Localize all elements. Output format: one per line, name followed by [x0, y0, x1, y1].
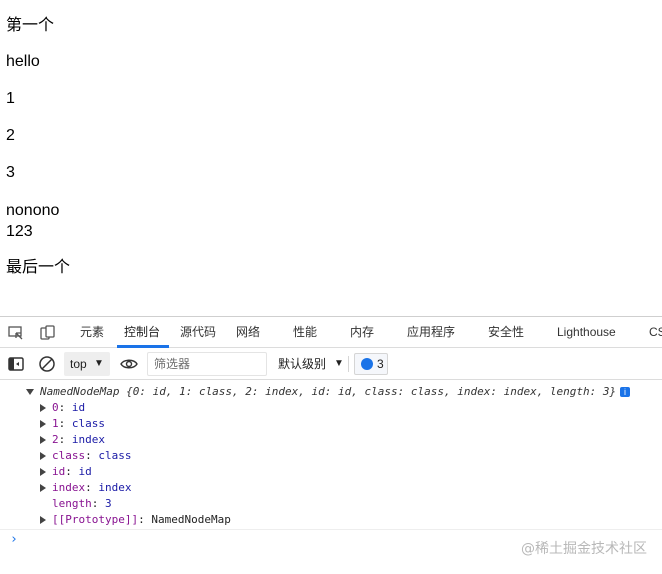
- tab-sources[interactable]: 源代码: [180, 317, 216, 348]
- issues-count: 3: [377, 357, 384, 371]
- prototype-key: [[Prototype]]: [52, 513, 139, 526]
- page-line-7: 最后一个: [6, 259, 71, 276]
- tab-lighthouse[interactable]: Lighthouse: [557, 317, 616, 348]
- console-toolbar: top ▼ 筛选器 默认级别 ▼ 3: [0, 348, 662, 380]
- expand-triangle-icon[interactable]: [40, 516, 46, 524]
- tab-network[interactable]: 网络: [236, 317, 260, 348]
- log-levels-label: 默认级别: [278, 357, 327, 371]
- property-value: index: [98, 481, 132, 494]
- tab-performance[interactable]: 性能: [293, 317, 317, 348]
- property-key: id: [52, 465, 66, 478]
- console-output: NamedNodeMap {0: id, 1: class, 2: index,…: [0, 380, 662, 574]
- chevron-down-icon: ▼: [94, 358, 104, 369]
- filter-input[interactable]: 筛选器: [147, 352, 267, 376]
- prototype-value: NamedNodeMap: [151, 513, 231, 526]
- prompt-chevron-icon: ›: [10, 532, 18, 547]
- clear-console-icon[interactable]: [38, 355, 56, 373]
- devtools-panel: 元素 控制台 源代码 网络 性能 内存 应用程序 安全性 Lighthouse …: [0, 316, 662, 574]
- expand-triangle-icon[interactable]: [40, 436, 46, 444]
- property-value: index: [71, 433, 105, 446]
- property-value: 3: [105, 497, 112, 510]
- page-line-6: nonono 123: [6, 202, 60, 240]
- issues-counter-button[interactable]: 3: [354, 353, 388, 375]
- tab-security[interactable]: 安全性: [488, 317, 524, 348]
- expand-triangle-icon[interactable]: [40, 404, 46, 412]
- tab-css-overview[interactable]: CS: [649, 317, 662, 348]
- toolbar-divider: [348, 356, 349, 372]
- chevron-down-icon: ▼: [334, 358, 344, 369]
- context-selector-value: top: [70, 357, 87, 371]
- page-line-3: 1: [6, 90, 15, 107]
- property-key: 1: [52, 417, 59, 430]
- expand-triangle-icon[interactable]: [40, 420, 46, 428]
- property-value: id: [78, 465, 92, 478]
- property-value: class: [71, 417, 105, 430]
- devtools-tabbar: 元素 控制台 源代码 网络 性能 内存 应用程序 安全性 Lighthouse …: [0, 316, 662, 348]
- property-value: id: [71, 401, 86, 414]
- expand-triangle-icon[interactable]: [40, 484, 46, 492]
- tab-application[interactable]: 应用程序: [407, 317, 455, 348]
- page-line-5: 3: [6, 164, 15, 181]
- tab-elements[interactable]: 元素: [80, 317, 104, 348]
- property-key: 0: [52, 401, 59, 414]
- object-summary: NamedNodeMap {0: id, 1: class, 2: index,…: [40, 385, 617, 398]
- page-line-4: 2: [6, 127, 15, 144]
- page-content: 第一个 hello 1 2 3 nonono 123 最后一个: [0, 0, 662, 316]
- console-log-entry[interactable]: NamedNodeMap {0: id, 1: class, 2: index,…: [0, 384, 662, 400]
- context-selector[interactable]: top ▼: [64, 352, 110, 376]
- info-icon[interactable]: i: [620, 387, 630, 397]
- watermark: @稀土掘金技术社区: [521, 541, 647, 557]
- property-key: index: [52, 481, 86, 494]
- tab-console[interactable]: 控制台: [124, 317, 160, 348]
- device-toolbar-icon[interactable]: [40, 325, 56, 341]
- live-expression-eye-icon[interactable]: [120, 355, 138, 373]
- collapse-triangle-icon[interactable]: [26, 389, 34, 395]
- property-key: class: [52, 449, 86, 462]
- property-key: length: [52, 497, 92, 510]
- page-line-2: hello: [6, 53, 40, 70]
- property-value: class: [98, 449, 132, 462]
- page-line-1: 第一个: [6, 17, 55, 34]
- issues-message-icon: [361, 358, 373, 370]
- expand-triangle-icon[interactable]: [40, 468, 46, 476]
- expand-triangle-icon[interactable]: [40, 452, 46, 460]
- inspect-element-icon[interactable]: [8, 325, 24, 341]
- log-levels-dropdown[interactable]: 默认级别 ▼: [278, 352, 344, 376]
- sidebar-toggle-icon[interactable]: [7, 355, 25, 373]
- filter-placeholder: 筛选器: [154, 357, 191, 371]
- tab-memory[interactable]: 内存: [350, 317, 374, 348]
- property-key: 2: [52, 433, 59, 446]
